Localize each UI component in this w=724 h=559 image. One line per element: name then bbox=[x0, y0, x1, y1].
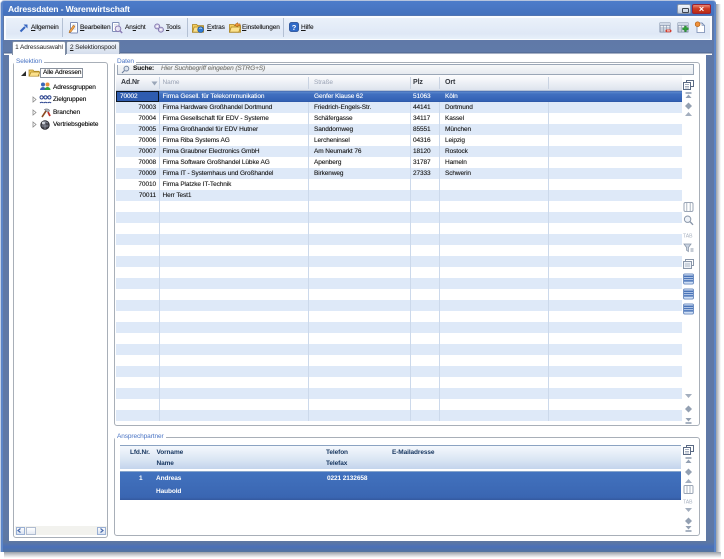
svg-text:TAB: TAB bbox=[683, 499, 693, 505]
svg-text:TAB: TAB bbox=[683, 233, 693, 239]
svg-text:?: ? bbox=[292, 23, 297, 32]
